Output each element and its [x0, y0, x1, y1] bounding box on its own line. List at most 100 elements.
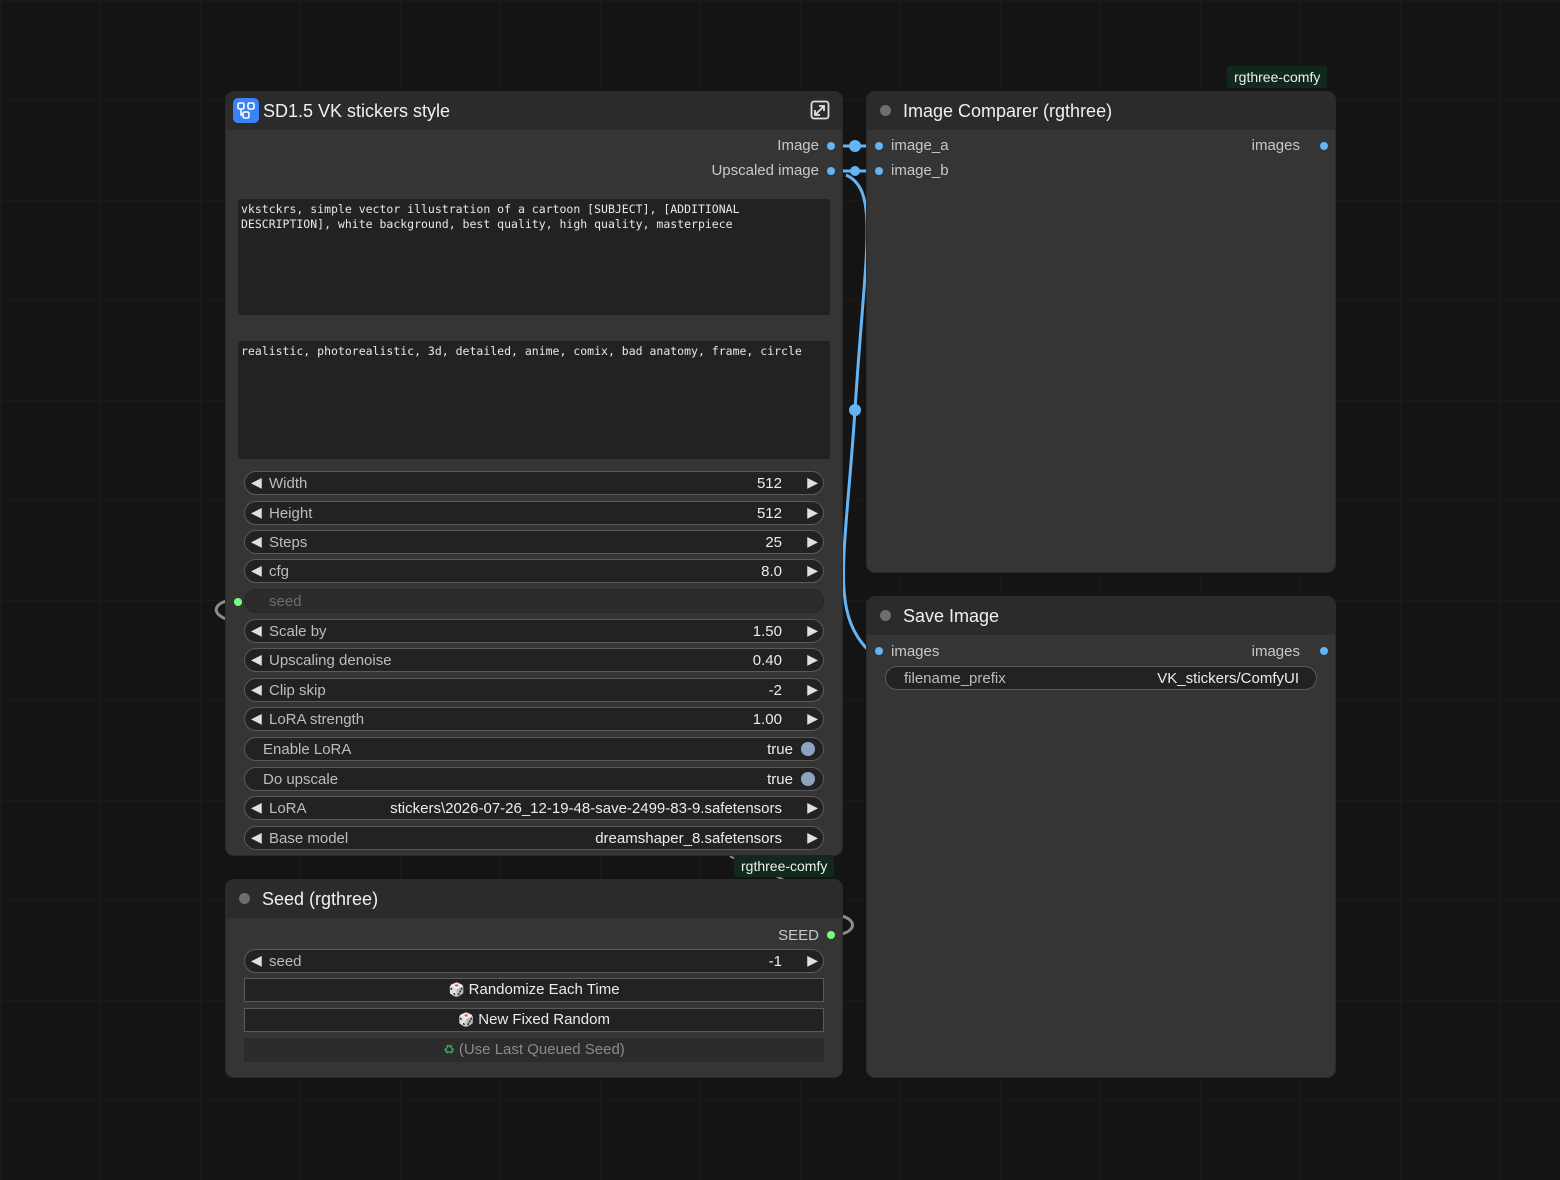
toggle-knob[interactable]	[801, 742, 815, 756]
input-slot-images[interactable]	[875, 647, 883, 655]
widget-label: Base model	[269, 830, 349, 847]
do-upscale-toggle[interactable]: Do upscale true	[244, 767, 824, 791]
widget-value: true	[767, 741, 793, 758]
input-slot-image-a[interactable]	[875, 142, 883, 150]
input-label-images: images	[891, 643, 940, 660]
widget-value: 512	[756, 475, 782, 492]
increment-arrow-icon[interactable]: ▶	[807, 562, 818, 579]
increment-arrow-icon[interactable]: ▶	[807, 799, 818, 816]
node-title: Seed (rgthree)	[262, 889, 379, 909]
decrement-arrow-icon[interactable]: ◀	[251, 710, 262, 727]
button-label: (Use Last Queued Seed)	[458, 1041, 625, 1058]
input-slot-image-b[interactable]	[875, 167, 883, 175]
steps-widget[interactable]: ◀ Steps 25 ▶	[244, 530, 824, 554]
widget-value: 25	[765, 534, 782, 551]
new-fixed-random-button[interactable]: 🎲 New Fixed Random	[244, 1008, 824, 1032]
increment-arrow-icon[interactable]: ▶	[807, 952, 818, 969]
node-title-bar[interactable]: Seed (rgthree)	[226, 880, 842, 918]
widget-label: Steps	[269, 534, 308, 551]
increment-arrow-icon[interactable]: ▶	[807, 710, 818, 727]
decrement-arrow-icon[interactable]: ◀	[251, 622, 262, 639]
clip-skip-widget[interactable]: ◀ Clip skip -2 ▶	[244, 678, 824, 702]
widget-label: Upscaling denoise	[269, 652, 392, 669]
decrement-arrow-icon[interactable]: ◀	[251, 681, 262, 698]
height-widget[interactable]: ◀ Height 512 ▶	[244, 501, 824, 525]
increment-arrow-icon[interactable]: ▶	[807, 681, 818, 698]
upscaling-denoise-widget[interactable]: ◀ Upscaling denoise 0.40 ▶	[244, 648, 824, 672]
sd15-node[interactable]: SD1.5 VK stickers style Image Upscaled i…	[226, 92, 842, 855]
rgthree-badge: rgthree-comfy	[734, 855, 835, 877]
save-image-node[interactable]: Save Image images images filename_prefix…	[867, 597, 1335, 1077]
collapse-dot-icon[interactable]	[880, 610, 891, 621]
lora-combo[interactable]: ◀ LoRA stickers\2026-07-26_12-19-48-save…	[244, 796, 824, 820]
widget-value: true	[767, 771, 793, 788]
decrement-arrow-icon[interactable]: ◀	[251, 504, 262, 521]
widget-value: stickers\2026-07-26_12-19-48-save-2499-8…	[390, 800, 782, 817]
decrement-arrow-icon[interactable]: ◀	[251, 799, 262, 816]
output-slot-seed[interactable]	[827, 931, 835, 939]
seed-widget[interactable]: ◀ seed -1 ▶	[244, 949, 824, 973]
increment-arrow-icon[interactable]: ▶	[807, 504, 818, 521]
decrement-arrow-icon[interactable]: ◀	[251, 533, 262, 550]
widget-value: -1	[768, 953, 782, 970]
widget-label: seed	[269, 593, 302, 610]
seed-widget-converted: seed	[244, 589, 824, 613]
randomize-each-time-button[interactable]: 🎲 Randomize Each Time	[244, 978, 824, 1002]
enable-lora-toggle[interactable]: Enable LoRA true	[244, 737, 824, 761]
decrement-arrow-icon[interactable]: ◀	[251, 474, 262, 491]
width-widget[interactable]: ◀ Width 512 ▶	[244, 471, 824, 495]
rgthree-badge: rgthree-comfy	[1227, 66, 1328, 88]
output-slot-image[interactable]	[827, 142, 835, 150]
node-title: Save Image	[903, 606, 1000, 626]
expand-icon[interactable]	[810, 100, 830, 120]
dice-icon: 🎲	[448, 982, 465, 997]
output-label-images: images	[1251, 137, 1300, 154]
widget-value: 8.0	[761, 563, 782, 580]
dice-icon: 🎲	[458, 1012, 475, 1027]
increment-arrow-icon[interactable]: ▶	[807, 474, 818, 491]
node-title: Image Comparer (rgthree)	[903, 101, 1113, 121]
link-seed-out	[841, 914, 854, 936]
lora-strength-widget[interactable]: ◀ LoRA strength 1.00 ▶	[244, 707, 824, 731]
widget-value: -2	[768, 682, 782, 699]
button-label: Randomize Each Time	[468, 981, 620, 998]
link-midpoint	[850, 166, 860, 176]
output-label-seed: SEED	[778, 927, 819, 944]
output-label-upscaled-image: Upscaled image	[711, 162, 819, 179]
toggle-knob[interactable]	[801, 772, 815, 786]
cfg-widget[interactable]: ◀ cfg 8.0 ▶	[244, 559, 824, 583]
decrement-arrow-icon[interactable]: ◀	[251, 829, 262, 846]
scale-by-widget[interactable]: ◀ Scale by 1.50 ▶	[244, 619, 824, 643]
increment-arrow-icon[interactable]: ▶	[807, 829, 818, 846]
output-slot-upscaled-image[interactable]	[827, 167, 835, 175]
decrement-arrow-icon[interactable]: ◀	[251, 562, 262, 579]
widget-label: filename_prefix	[904, 670, 1006, 687]
filename-prefix-field[interactable]: filename_prefix VK_stickers/ComfyUI	[885, 666, 1317, 690]
output-slot-images[interactable]	[1320, 647, 1328, 655]
recycle-icon: ♻	[443, 1042, 455, 1057]
widget-label: Width	[269, 475, 308, 492]
node-title-bar[interactable]: Save Image	[867, 597, 1335, 635]
increment-arrow-icon[interactable]: ▶	[807, 622, 818, 639]
collapse-dot-icon[interactable]	[880, 105, 891, 116]
widget-value: 1.50	[752, 623, 782, 640]
node-title-bar[interactable]: Image Comparer (rgthree)	[867, 92, 1335, 130]
node-title-bar[interactable]: SD1.5 VK stickers style	[226, 92, 842, 130]
widget-value: 0.40	[752, 652, 782, 669]
positive-prompt-textarea[interactable]: vkstckrs, simple vector illustration of …	[238, 199, 830, 315]
increment-arrow-icon[interactable]: ▶	[807, 651, 818, 668]
output-label-image: Image	[777, 137, 819, 154]
image-comparer-node[interactable]: Image Comparer (rgthree) image_a image_b…	[867, 92, 1335, 572]
decrement-arrow-icon[interactable]: ◀	[251, 651, 262, 668]
workflow-icon	[233, 98, 259, 123]
increment-arrow-icon[interactable]: ▶	[807, 533, 818, 550]
widget-label: Scale by	[269, 623, 327, 640]
negative-prompt-textarea[interactable]: realistic, photorealistic, 3d, detailed,…	[238, 341, 830, 459]
base-model-combo[interactable]: ◀ Base model dreamshaper_8.safetensors ▶	[244, 826, 824, 850]
widget-label: Clip skip	[269, 682, 326, 699]
seed-input-slot[interactable]	[234, 598, 242, 606]
seed-node[interactable]: Seed (rgthree) SEED ◀ seed -1 ▶ 🎲 Randomi…	[226, 880, 842, 1077]
decrement-arrow-icon[interactable]: ◀	[251, 952, 262, 969]
output-slot-images[interactable]	[1320, 142, 1328, 150]
collapse-dot-icon[interactable]	[239, 893, 250, 904]
